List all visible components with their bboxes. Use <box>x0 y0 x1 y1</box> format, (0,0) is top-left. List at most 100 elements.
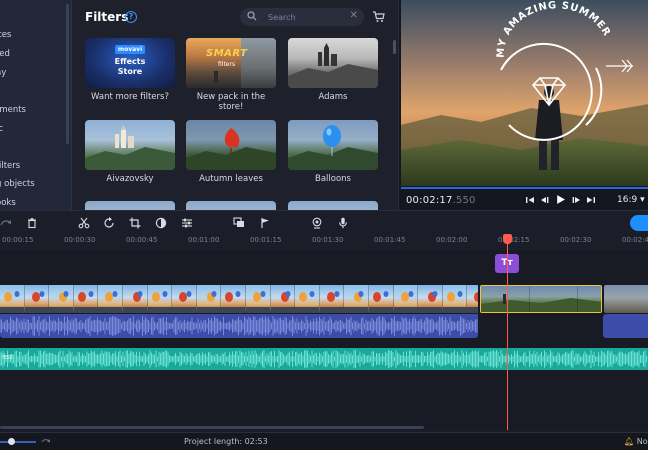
redo-icon[interactable] <box>0 217 12 229</box>
sidebar-item-adjustments[interactable]: tments <box>0 105 26 115</box>
filter-label: Aivazovsky <box>106 174 154 184</box>
search-box[interactable]: ✕ <box>240 8 364 26</box>
preview-video: MY AMAZING SUMMER <box>401 0 648 186</box>
filter-card-effects-store[interactable]: movavi Effects Store Want more filters? <box>85 38 175 102</box>
filter-thumbnail: SMART filters <box>186 38 276 88</box>
video-clip[interactable] <box>604 285 648 313</box>
filter-card-autumn-leaves[interactable]: Autumn leaves <box>186 120 276 184</box>
panel-scrollbar[interactable] <box>393 40 396 54</box>
preview-progress-bar[interactable] <box>401 187 648 189</box>
aspect-ratio-select[interactable]: 16:9 ▾ <box>617 195 645 205</box>
filter-card-balloons[interactable]: Balloons <box>288 120 378 184</box>
delete-icon[interactable] <box>26 217 38 229</box>
video-frame <box>196 285 222 313</box>
clear-icon[interactable]: ✕ <box>350 10 358 21</box>
ruler-tick: 00:01:00 <box>188 236 220 244</box>
filter-card-aivazovsky[interactable]: Aivazovsky <box>85 120 175 184</box>
playhead[interactable] <box>507 236 508 430</box>
audio-track-clip[interactable] <box>0 314 478 338</box>
search-input[interactable] <box>268 10 346 24</box>
video-frame <box>442 285 468 313</box>
sidebar-scrollbar[interactable] <box>66 4 69 144</box>
video-frame <box>0 285 25 313</box>
color-adjust-icon[interactable] <box>155 217 167 229</box>
promo-text: SMART <box>206 48 248 59</box>
playhead-handle[interactable] <box>503 234 512 244</box>
panel-title: Filters <box>85 10 129 24</box>
clip-properties-icon[interactable] <box>181 217 193 229</box>
video-frame <box>98 285 123 313</box>
filter-card-partial[interactable] <box>85 201 175 210</box>
video-frame <box>147 285 173 313</box>
filter-label: Balloons <box>315 174 351 184</box>
webcam-icon[interactable] <box>311 217 323 229</box>
skip-to-end-icon[interactable] <box>586 195 596 205</box>
sidebar-item-artistic[interactable]: ic <box>0 124 3 134</box>
sidebar-item-display[interactable]: ay <box>0 68 6 78</box>
video-frame <box>172 285 197 313</box>
cart-icon[interactable] <box>372 10 385 23</box>
rotate-icon[interactable] <box>103 217 115 229</box>
timeline-ruler[interactable]: 00:00:15 00:00:30 00:00:45 00:01:00 00:0… <box>0 234 648 250</box>
video-frame <box>368 285 394 313</box>
sidebar-item-looks[interactable]: ooks <box>0 198 16 208</box>
video-frame <box>270 285 296 313</box>
selected-video-clip[interactable] <box>480 285 602 313</box>
movavi-video-editor: ites red ay tments ic filters g objects … <box>0 0 648 450</box>
filter-thumbnail <box>288 120 378 170</box>
music-clip-label: est <box>2 353 13 361</box>
zoom-slider[interactable] <box>0 441 36 443</box>
preview-frame: MY AMAZING SUMMER <box>401 0 648 186</box>
video-frame <box>295 285 320 313</box>
sidebar: ites red ay tments ic filters g objects … <box>0 0 72 210</box>
music-track-clip[interactable]: est <box>0 348 648 370</box>
filter-thumbnail <box>288 38 378 88</box>
sidebar-item-flying-objects[interactable]: g objects <box>0 179 35 189</box>
export-button[interactable] <box>630 215 648 231</box>
video-clip[interactable] <box>0 285 478 313</box>
waveform <box>0 350 647 368</box>
filter-thumbnail <box>85 120 175 170</box>
timeline-scrollbar[interactable] <box>0 426 424 429</box>
video-frame <box>467 285 478 313</box>
filter-card-adams[interactable]: Adams <box>288 38 378 102</box>
bell-icon: 🔔︎ <box>624 437 635 446</box>
filter-card-new-pack[interactable]: SMART filters New pack in the store! <box>186 38 276 112</box>
overlay-icon[interactable] <box>233 217 245 229</box>
video-frame <box>319 285 345 313</box>
zoom-in-icon[interactable] <box>41 436 51 446</box>
sidebar-item-featured[interactable]: red <box>0 49 10 59</box>
waveform <box>0 316 478 336</box>
preview-panel: MY AMAZING SUMMER 00:02:17.550 16:9 ▾ <box>398 0 648 210</box>
ruler-tick: 00:00:15 <box>2 236 34 244</box>
step-back-icon[interactable] <box>540 195 550 205</box>
video-frame <box>393 285 419 313</box>
filter-card-partial[interactable] <box>186 201 276 210</box>
filter-card-partial[interactable] <box>288 201 378 210</box>
question-icon[interactable]: ? <box>125 11 137 23</box>
video-frame <box>73 285 99 313</box>
marker-icon[interactable] <box>259 217 271 229</box>
video-frame <box>418 285 443 313</box>
timecode: 00:02:17.550 <box>406 195 476 206</box>
microphone-icon[interactable] <box>337 217 349 229</box>
sidebar-item-favorites[interactable]: ites <box>0 30 11 40</box>
video-frame <box>122 285 148 313</box>
video-frame <box>344 285 369 313</box>
step-forward-icon[interactable] <box>571 195 581 205</box>
cut-icon[interactable] <box>78 217 90 229</box>
ruler-tick: 00:02:30 <box>560 236 592 244</box>
skip-to-start-icon[interactable] <box>525 195 535 205</box>
sidebar-item-filters[interactable]: filters <box>0 161 20 171</box>
project-length: Project length: 02:53 <box>184 437 268 446</box>
filter-label: New pack in the store! <box>196 92 266 112</box>
promo-subtext: filters <box>218 61 236 68</box>
timeline-toolbar <box>0 210 648 234</box>
timeline-tracks: Tт est <box>0 250 648 430</box>
audio-track-clip[interactable] <box>603 314 648 338</box>
crop-icon[interactable] <box>129 217 141 229</box>
zoom-slider-handle[interactable] <box>8 438 15 445</box>
notifications-button[interactable]: 🔔︎ No <box>624 437 648 446</box>
filters-panel: Filters ? ✕ movavi Effects Store Want mo… <box>72 0 398 210</box>
play-icon[interactable] <box>555 194 566 205</box>
